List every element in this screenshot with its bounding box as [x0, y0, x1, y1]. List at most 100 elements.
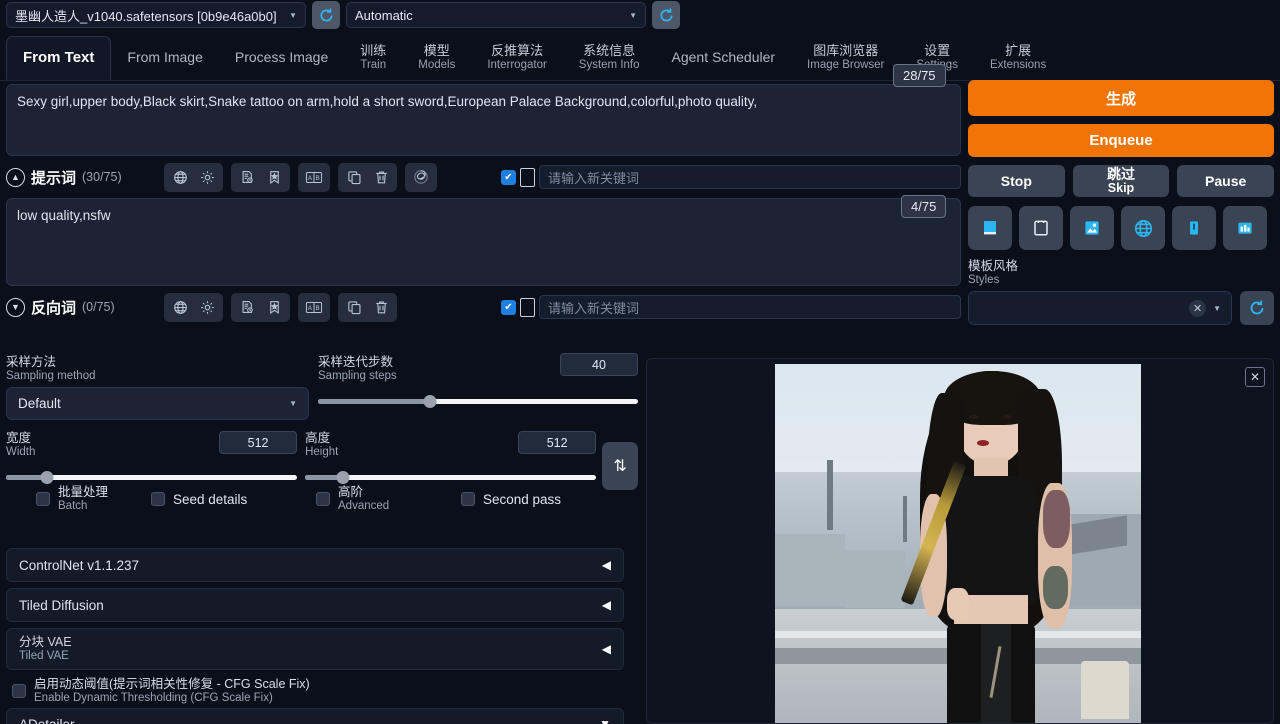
sampling-steps-input[interactable]: 40 — [560, 353, 638, 376]
copy-icon[interactable] — [341, 295, 367, 320]
styles-select[interactable]: ✕ ▼ — [968, 291, 1232, 326]
collapse-down-icon[interactable]: ▼ — [6, 297, 25, 317]
tab-extensions[interactable]: 扩展 Extensions — [974, 36, 1062, 80]
bookmark-star-icon[interactable] — [261, 295, 287, 320]
skip-button[interactable]: 跳过 Skip — [1072, 165, 1170, 197]
tab-image-browser[interactable]: 图库浏览器 Image Browser — [791, 36, 900, 80]
vae-value: Automatic — [355, 7, 413, 23]
tab-from-text[interactable]: From Text — [6, 36, 112, 80]
checkpoint-select[interactable]: 墨幽人造人_v1040.safetensors [0b9e46a0b0] ▼ — [6, 2, 306, 28]
prompt-keyword-input[interactable]: 请输入新关键词 — [539, 165, 961, 189]
swap-dimensions-button[interactable]: ⇅ — [602, 442, 639, 491]
height-input[interactable]: 512 — [518, 431, 597, 455]
tab-from-image[interactable]: From Image — [111, 36, 218, 80]
stop-button[interactable]: Stop — [968, 165, 1065, 197]
checkbox-box[interactable] — [316, 492, 330, 507]
keyword-checkbox[interactable]: ✔ — [501, 169, 516, 185]
trash-icon[interactable] — [368, 295, 394, 320]
enqueue-button[interactable]: Enqueue — [968, 124, 1274, 157]
chevron-down-icon: ▼ — [289, 399, 297, 409]
accordion-controlnet[interactable]: ControlNet v1.1.237 ◀ — [6, 548, 624, 582]
tab-process-image[interactable]: Process Image — [219, 36, 344, 80]
checkpoint-refresh-button[interactable] — [312, 1, 340, 29]
openai-swirl-icon[interactable] — [408, 165, 434, 190]
chevron-down-icon[interactable]: ▼ — [1213, 304, 1221, 313]
width-label: 宽度 Width — [6, 432, 35, 459]
checkbox-second-pass[interactable]: Second pass — [461, 486, 561, 512]
checkbox-dynamic-thresholding[interactable]: 启用动态阈值(提示词相关性修复 - CFG Scale Fix) Enable … — [6, 676, 638, 708]
document-clock-icon[interactable] — [234, 295, 260, 320]
tab-train[interactable]: 训练 Train — [344, 36, 402, 80]
gear-icon[interactable] — [194, 165, 220, 190]
width-slider[interactable] — [6, 470, 298, 484]
prompt-textarea[interactable]: Sexy girl,upper body,Black skirt,Snake t… — [6, 84, 961, 156]
width-input[interactable]: 512 — [219, 431, 298, 455]
bookmark-star-icon[interactable] — [261, 165, 287, 190]
png-info-icon[interactable] — [1070, 206, 1114, 250]
checkbox-box[interactable] — [151, 492, 165, 507]
styles-label: 模板风格 Styles — [968, 259, 1019, 286]
accordion-title: Tiled Diffusion — [19, 597, 104, 613]
accordion-title: ADetailer — [19, 717, 75, 724]
prompt-icon-group-2 — [231, 162, 290, 192]
checkbox-batch[interactable]: 批量处理 Batch — [6, 485, 151, 512]
styles-refresh-button[interactable] — [1240, 291, 1274, 326]
prompt-icon-group-5 — [405, 162, 437, 192]
pause-button[interactable]: Pause — [1177, 165, 1275, 197]
prompt-icon-group-3: A B — [298, 162, 330, 192]
tab-label: Process Image — [234, 49, 329, 66]
globe-icon[interactable] — [167, 295, 193, 320]
main-tabbar: From Text From Image Process Image 训练 Tr… — [0, 36, 1280, 81]
height-label: 高度 Height — [305, 432, 338, 459]
checkbox-box[interactable] — [36, 492, 50, 507]
checkbox-label: Seed details — [173, 491, 248, 507]
tab-label-cn: 训练 — [360, 43, 387, 59]
globe-icon[interactable] — [167, 165, 193, 190]
chevron-down-icon: ▼ — [289, 10, 297, 20]
prompt-icon-group-4 — [338, 162, 397, 192]
tab-agent-scheduler[interactable]: Agent Scheduler — [656, 36, 792, 80]
book-icon[interactable] — [968, 206, 1012, 250]
sampling-steps-label: 采样迭代步数 Sampling steps — [318, 355, 397, 382]
checkbox-box[interactable] — [461, 492, 475, 507]
tab-interrogator[interactable]: 反推算法 Interrogator — [471, 36, 562, 80]
close-icon[interactable]: ✕ — [1245, 367, 1265, 387]
generate-button[interactable]: 生成 — [968, 80, 1274, 116]
tab-label-en: Interrogator — [487, 58, 547, 71]
accordion-adetailer[interactable]: ADetailer ▼ — [6, 708, 624, 724]
prompt-title-group: ▲ 提示词 (30/75) — [6, 167, 156, 188]
tab-models[interactable]: 模型 Models — [402, 36, 471, 80]
checkbox-box[interactable] — [12, 684, 26, 699]
negative-keyword-input[interactable]: 请输入新关键词 — [539, 295, 961, 319]
vae-select[interactable]: Automatic ▼ — [346, 2, 646, 28]
accordion-tiled-vae[interactable]: 分块 VAE Tiled VAE ◀ — [6, 628, 624, 670]
document-clock-icon[interactable] — [234, 165, 260, 190]
action-panel: 生成 Enqueue Stop 跳过 Skip Pause 模板风格 Style… — [968, 80, 1275, 326]
height-slider[interactable] — [305, 470, 597, 484]
collapse-arrow-icon: ◀ — [601, 598, 611, 612]
clear-x-icon[interactable]: ✕ — [1189, 299, 1207, 317]
clipboard-icon[interactable] — [1019, 206, 1063, 250]
vae-refresh-button[interactable] — [652, 1, 680, 29]
checkbox-seed-details[interactable]: Seed details — [151, 486, 316, 512]
keyword-checkbox[interactable]: ✔ — [501, 299, 516, 315]
collapse-up-icon[interactable]: ▲ — [6, 167, 25, 187]
generated-image[interactable] — [775, 364, 1141, 723]
sampling-method-select[interactable]: Default ▼ — [6, 387, 309, 421]
delete-column-icon[interactable] — [1172, 206, 1216, 250]
trash-icon[interactable] — [368, 165, 394, 190]
globe-icon[interactable] — [1121, 206, 1165, 250]
accordion-title: 分块 VAE Tiled VAE — [19, 634, 72, 662]
gear-icon[interactable] — [194, 295, 220, 320]
gallery-icon[interactable] — [1223, 206, 1267, 250]
prompt-area: Sexy girl,upper body,Black skirt,Snake t… — [6, 84, 961, 324]
accordion-tiled-diffusion[interactable]: Tiled Diffusion ◀ — [6, 588, 624, 622]
copy-icon[interactable] — [341, 165, 367, 190]
checkbox-advanced[interactable]: 高阶 Advanced — [316, 485, 461, 512]
sampling-steps-slider[interactable] — [318, 395, 638, 409]
translate-ab-icon[interactable]: A B — [301, 165, 327, 190]
negative-prompt-textarea[interactable]: low quality,nsfw — [6, 198, 961, 286]
translate-ab-icon[interactable]: A B — [301, 295, 327, 320]
text-cursor-icon — [520, 167, 535, 187]
tab-system-info[interactable]: 系统信息 System Info — [563, 36, 656, 80]
